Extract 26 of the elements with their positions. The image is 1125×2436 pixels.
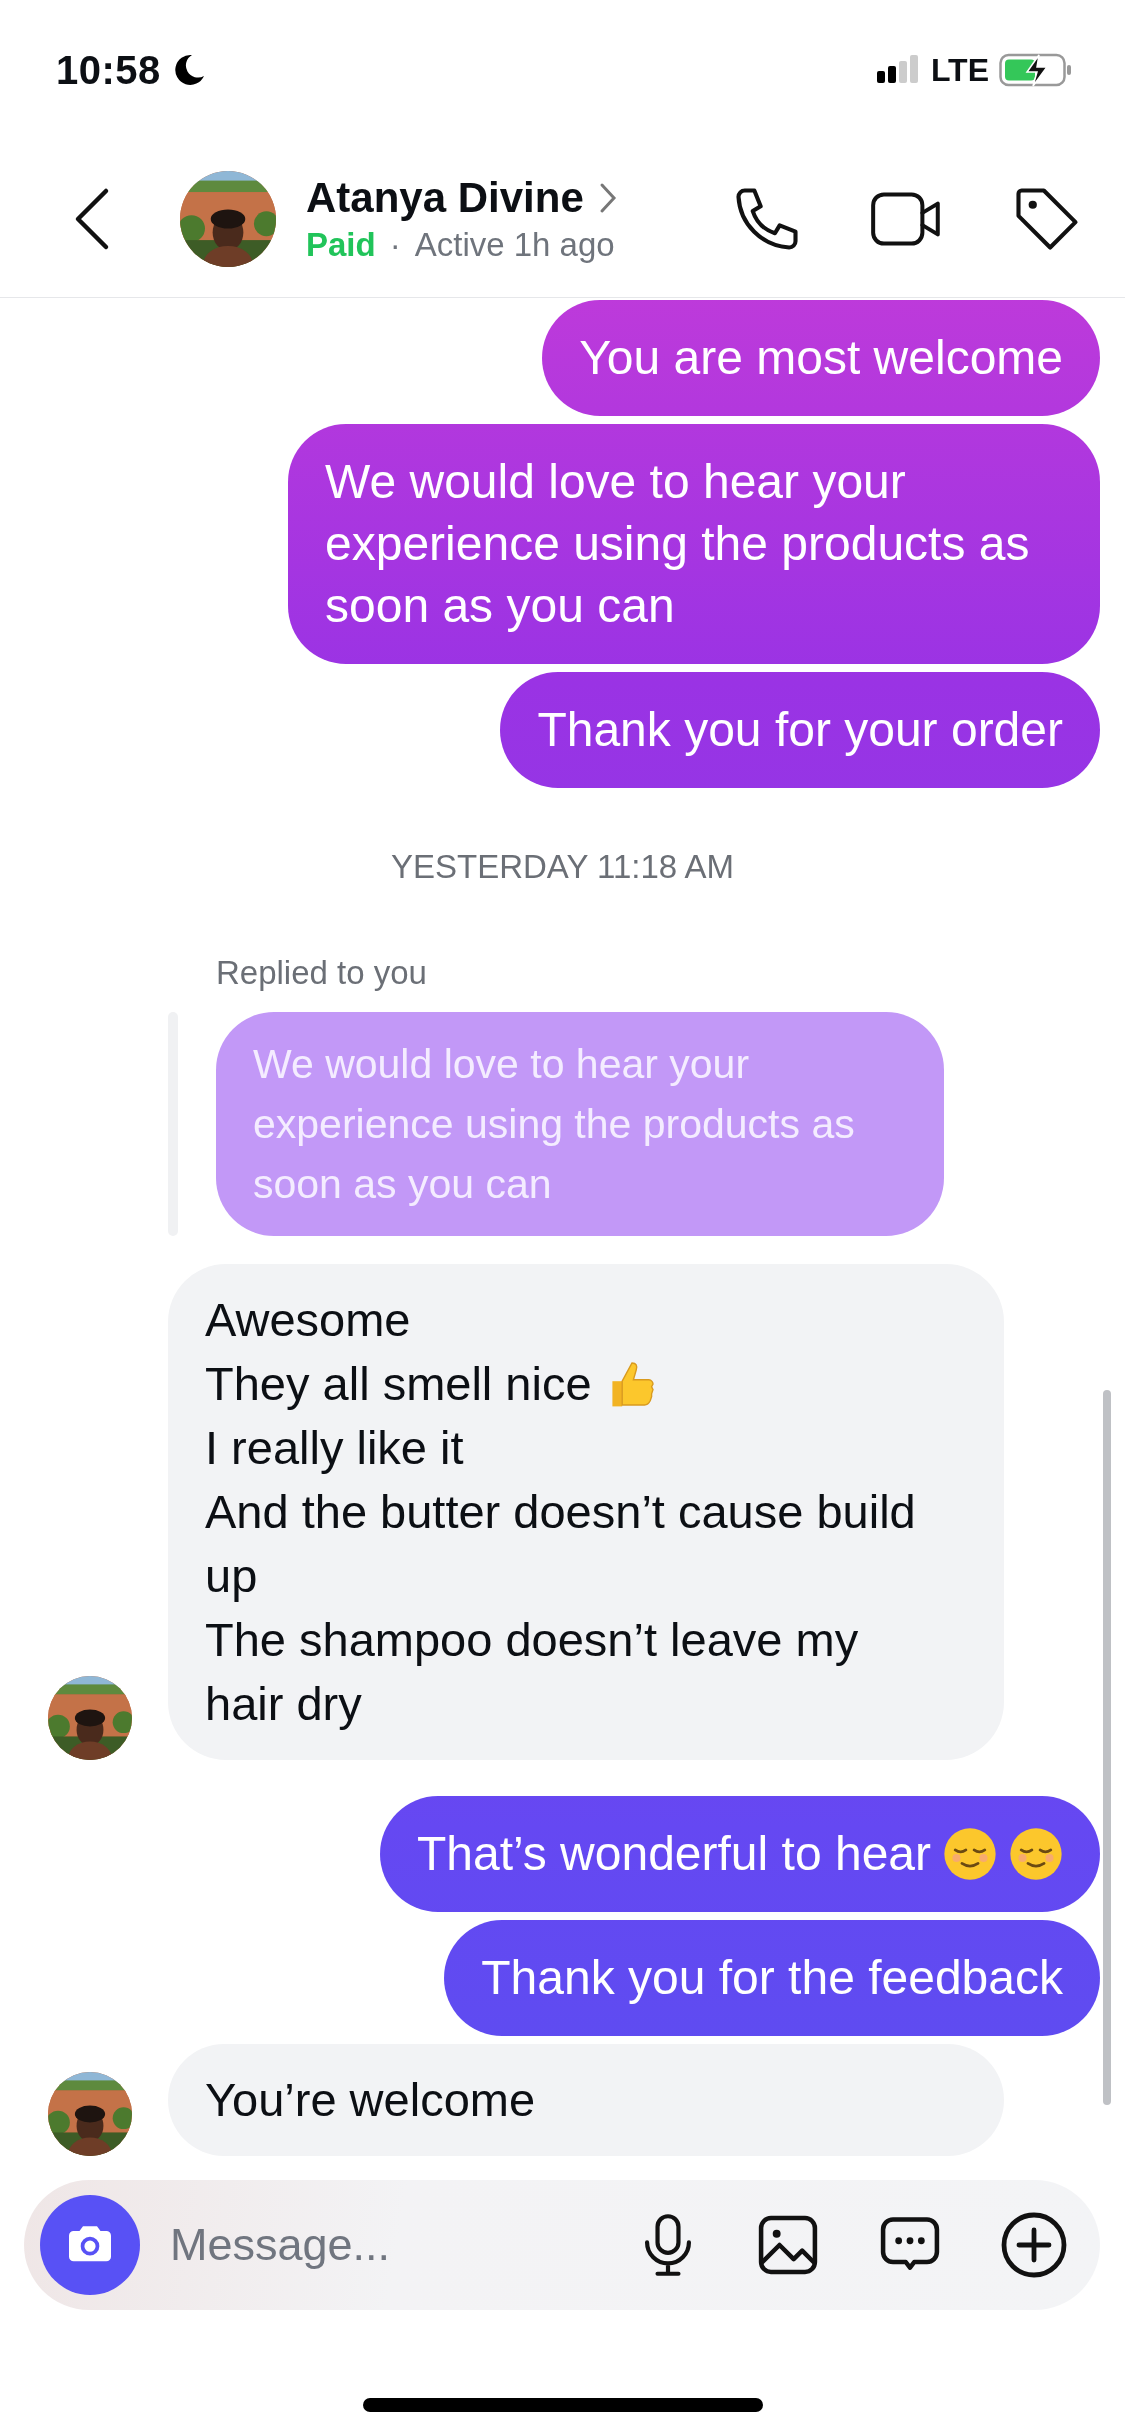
message-text: Thank you for your order bbox=[537, 702, 1063, 758]
message-text: I really like it bbox=[205, 1420, 465, 1476]
clock-time: 10:58 bbox=[56, 47, 161, 93]
camera-button[interactable] bbox=[40, 2195, 140, 2295]
message-text: Awesome bbox=[205, 1292, 412, 1348]
smiling-face-icon bbox=[1009, 1827, 1063, 1881]
message-text: We would love to hear your experience using the products as soon as you can bbox=[325, 454, 1031, 634]
message-text: You are most welcome bbox=[579, 330, 1063, 386]
separator-dot: · bbox=[389, 225, 401, 264]
message-text: They all smell nice bbox=[205, 1356, 592, 1412]
message-text: Thank you for the feedback bbox=[481, 1950, 1063, 2006]
paid-label: Paid bbox=[306, 225, 376, 264]
message-text: You’re welcome bbox=[205, 2072, 537, 2128]
message-input[interactable]: Message... bbox=[168, 2218, 636, 2272]
message-text: We would love to hear your experience using the products as soon as you can bbox=[253, 1040, 856, 1209]
message-text: And the butter doesn’t cause build up bbox=[205, 1484, 917, 1604]
active-status: Active 1h ago bbox=[414, 225, 615, 264]
message-text: The shampoo doesn’t leave my hair dry bbox=[205, 1612, 860, 1732]
signal-icon bbox=[876, 55, 921, 85]
reply-label: Replied to you bbox=[216, 954, 428, 992]
smiling-face-icon bbox=[943, 1827, 997, 1881]
timestamp: YESTERDAY 11:18 AM bbox=[391, 848, 734, 886]
battery-icon bbox=[999, 52, 1073, 88]
contact-name[interactable]: Atanya Divine bbox=[306, 173, 584, 222]
network-label: LTE bbox=[930, 51, 989, 89]
message-text: That’s wonderful to hear bbox=[416, 1826, 931, 1882]
